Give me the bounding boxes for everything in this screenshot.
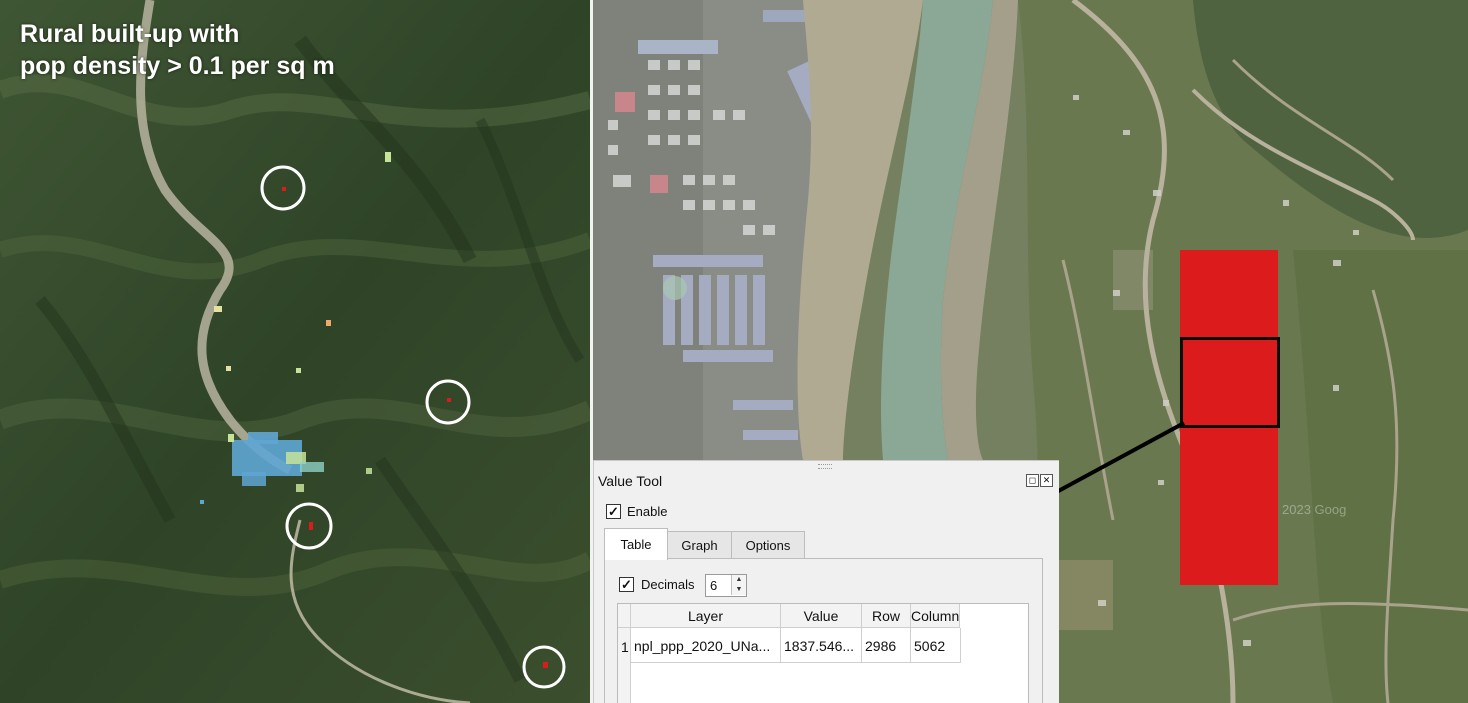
column-header-layer[interactable]: Layer: [631, 604, 781, 628]
enable-label: Enable: [627, 504, 668, 519]
float-panel-icon[interactable]: ◻: [1026, 474, 1039, 487]
row-header[interactable]: 1: [618, 628, 631, 703]
column-header-column[interactable]: Column: [911, 604, 960, 628]
value-tool-panel[interactable]: Value Tool ◻ ✕ ✓ Enable Table Graph Opti…: [593, 460, 1059, 703]
tab-table[interactable]: Table: [604, 528, 668, 560]
corner-header[interactable]: [618, 604, 631, 628]
tab-graph[interactable]: Graph: [667, 531, 732, 559]
left-map-panel[interactable]: Rural built-up with pop density > 0.1 pe…: [0, 0, 590, 703]
panel-title: Value Tool: [598, 473, 663, 489]
close-panel-icon[interactable]: ✕: [1040, 474, 1053, 487]
decimals-spinbox[interactable]: 6 ▲ ▼: [705, 574, 747, 597]
enable-checkbox[interactable]: ✓: [606, 504, 621, 519]
satellite-terrain-left: [0, 0, 590, 703]
decimals-checkbox[interactable]: ✓: [619, 577, 634, 592]
cell-value[interactable]: 1837.546...: [781, 628, 862, 663]
map-title: Rural built-up with pop density > 0.1 pe…: [20, 18, 335, 82]
spin-up-icon[interactable]: ▲: [731, 575, 746, 585]
panel-grip[interactable]: [818, 464, 832, 469]
spin-down-icon[interactable]: ▼: [731, 585, 746, 595]
decimals-value: 6: [710, 578, 718, 593]
map-title-line-2: pop density > 0.1 per sq m: [20, 52, 335, 80]
selected-raster-cell[interactable]: [1180, 337, 1280, 428]
cell-layer[interactable]: npl_ppp_2020_UNa...: [631, 628, 781, 663]
column-header-value[interactable]: Value: [781, 604, 862, 628]
cell-column[interactable]: 5062: [911, 628, 961, 663]
map-watermark: 2023 Goog: [1282, 502, 1347, 517]
table-tab-panel: ✓ Decimals 6 ▲ ▼ Layer Value Row Column …: [604, 558, 1043, 703]
cell-row[interactable]: 2986: [862, 628, 911, 663]
values-table[interactable]: Layer Value Row Column 1 npl_ppp_2020_UN…: [617, 603, 1029, 703]
column-header-row[interactable]: Row: [862, 604, 911, 628]
screenshot-stage: Rural built-up with pop density > 0.1 pe…: [0, 0, 1468, 703]
map-title-line-1: Rural built-up with: [20, 20, 240, 48]
decimals-label: Decimals: [641, 577, 695, 592]
tab-options[interactable]: Options: [731, 531, 805, 559]
row-index: 1: [621, 639, 629, 655]
